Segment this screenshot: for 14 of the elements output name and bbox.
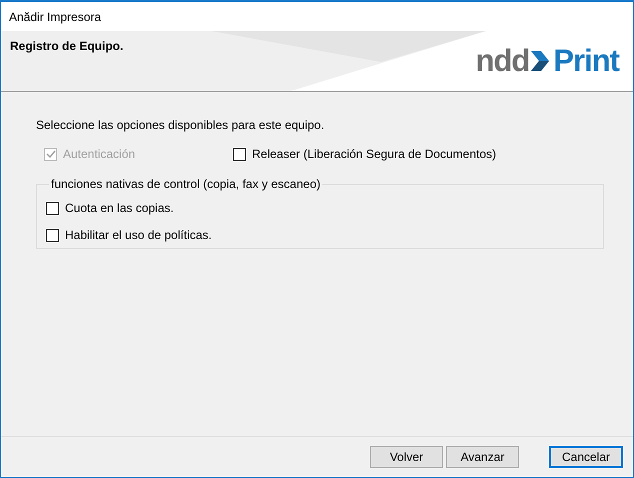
logo: ndd Print [476,42,619,80]
checkbox[interactable]: Habilitar el uso de políticas. [46,228,595,242]
checkbox-box[interactable] [46,228,59,242]
dialog-button[interactable]: Volver [370,446,443,468]
group-legend: funciones nativas de control (copia, fax y escaneo) [49,177,322,191]
checkbox-box[interactable] [46,202,59,214]
checkbox[interactable]: Releaser (Liberación Segura de Documentos) [233,147,496,161]
checkbox-box[interactable] [233,148,246,160]
dialog-button[interactable]: Avanzar [446,446,519,468]
dialog-button[interactable]: Cancelar [549,446,623,468]
window-title: Anădir Impresora [9,10,102,24]
instruction-text: Seleccione las opciones disponibles para este equipo. [36,118,326,132]
checkbox[interactable]: Cuota en las copias. [46,201,595,215]
header-title: Registro de Equipo. [10,39,124,53]
